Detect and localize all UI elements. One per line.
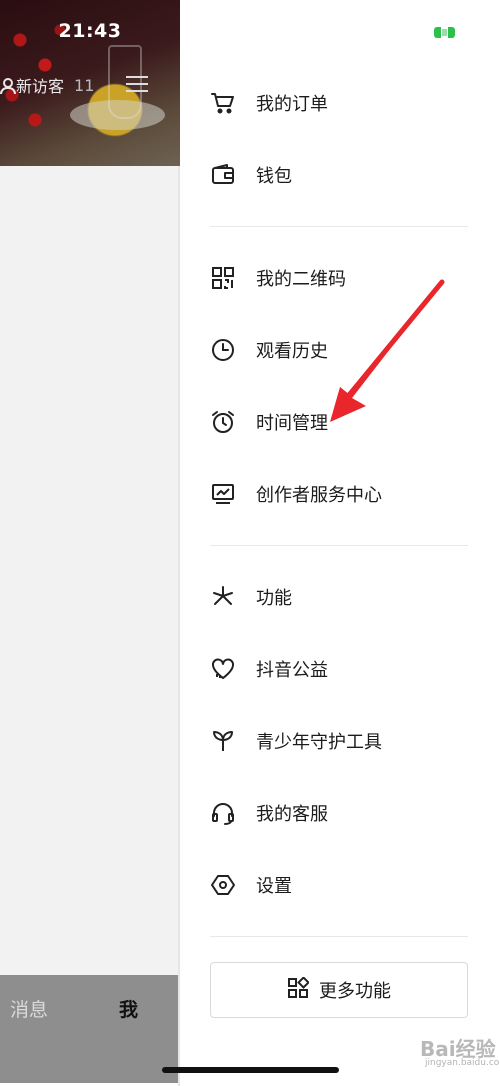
bottom-tab-bar: 消息 我 [0, 975, 180, 1083]
grid-icon [287, 976, 310, 1003]
sprout-icon [210, 728, 236, 754]
menu-item-qrcode[interactable]: 我的二维码 [210, 258, 480, 298]
wallet-icon [210, 162, 236, 188]
cart-icon [210, 90, 236, 116]
menu-item-youth-tools[interactable]: 青少年守护工具 [210, 721, 480, 761]
menu-item-watch-history[interactable]: 观看历史 [210, 330, 480, 370]
menu-label: 我的二维码 [256, 269, 346, 290]
chart-monitor-icon [210, 481, 236, 507]
clock-icon [210, 337, 236, 363]
menu-item-charity[interactable]: 抖音公益 [210, 649, 480, 689]
menu-label: 钱包 [256, 166, 292, 187]
more-functions-button[interactable]: 更多功能 [210, 962, 468, 1018]
menu-item-wallet[interactable]: 钱包 [210, 155, 480, 195]
visitor-count: 11 [74, 75, 95, 95]
home-indicator[interactable] [162, 1067, 339, 1073]
hamburger-menu-icon[interactable] [126, 76, 148, 92]
baidu-watermark: Bai经验 jingyan.baidu.com [380, 1025, 500, 1075]
menu-label: 设置 [256, 876, 292, 897]
status-time: 21:43 [58, 20, 122, 42]
section-divider [210, 936, 468, 937]
menu-label: 功能 [256, 588, 292, 609]
menu-label: 我的订单 [256, 94, 328, 115]
side-drawer: 我的订单 钱包 我的二维码 观看历史 时间管理 创作者服务中心 功能 抖音公益 … [180, 0, 500, 1083]
battery-icon [434, 27, 456, 38]
menu-label: 抖音公益 [256, 660, 328, 681]
menu-item-orders[interactable]: 我的订单 [210, 83, 480, 123]
new-visitor-button[interactable]: 新访客 11 [0, 73, 94, 97]
menu-item-creator-center[interactable]: 创作者服务中心 [210, 474, 480, 514]
qrcode-icon [210, 265, 236, 291]
section-divider [210, 226, 468, 227]
menu-label: 观看历史 [256, 341, 328, 362]
menu-item-customer-service[interactable]: 我的客服 [210, 793, 480, 833]
gear-icon [210, 872, 236, 898]
alarm-clock-icon [210, 409, 236, 435]
menu-label: 时间管理 [256, 413, 328, 434]
section-divider [210, 545, 468, 546]
watermark-sub: jingyan.baidu.com [425, 1058, 500, 1068]
profile-background-page: 21:43 新访客 11 消息 我 [0, 0, 180, 1083]
menu-label: 我的客服 [256, 804, 328, 825]
tab-messages[interactable]: 消息 [10, 995, 48, 1022]
menu-item-settings[interactable]: 设置 [210, 865, 480, 905]
menu-item-time-management[interactable]: 时间管理 [210, 402, 480, 442]
menu-item-functions[interactable]: 功能 [210, 577, 480, 617]
menu-label: 青少年守护工具 [256, 732, 382, 753]
tab-me[interactable]: 我 [119, 995, 138, 1022]
more-functions-label: 更多功能 [319, 981, 391, 1002]
person-icon [0, 78, 16, 94]
menu-label: 创作者服务中心 [256, 485, 382, 506]
headset-icon [210, 800, 236, 826]
heart-icon [210, 656, 236, 682]
visitor-label: 新访客 [16, 77, 65, 96]
asterisk-icon [210, 584, 236, 610]
